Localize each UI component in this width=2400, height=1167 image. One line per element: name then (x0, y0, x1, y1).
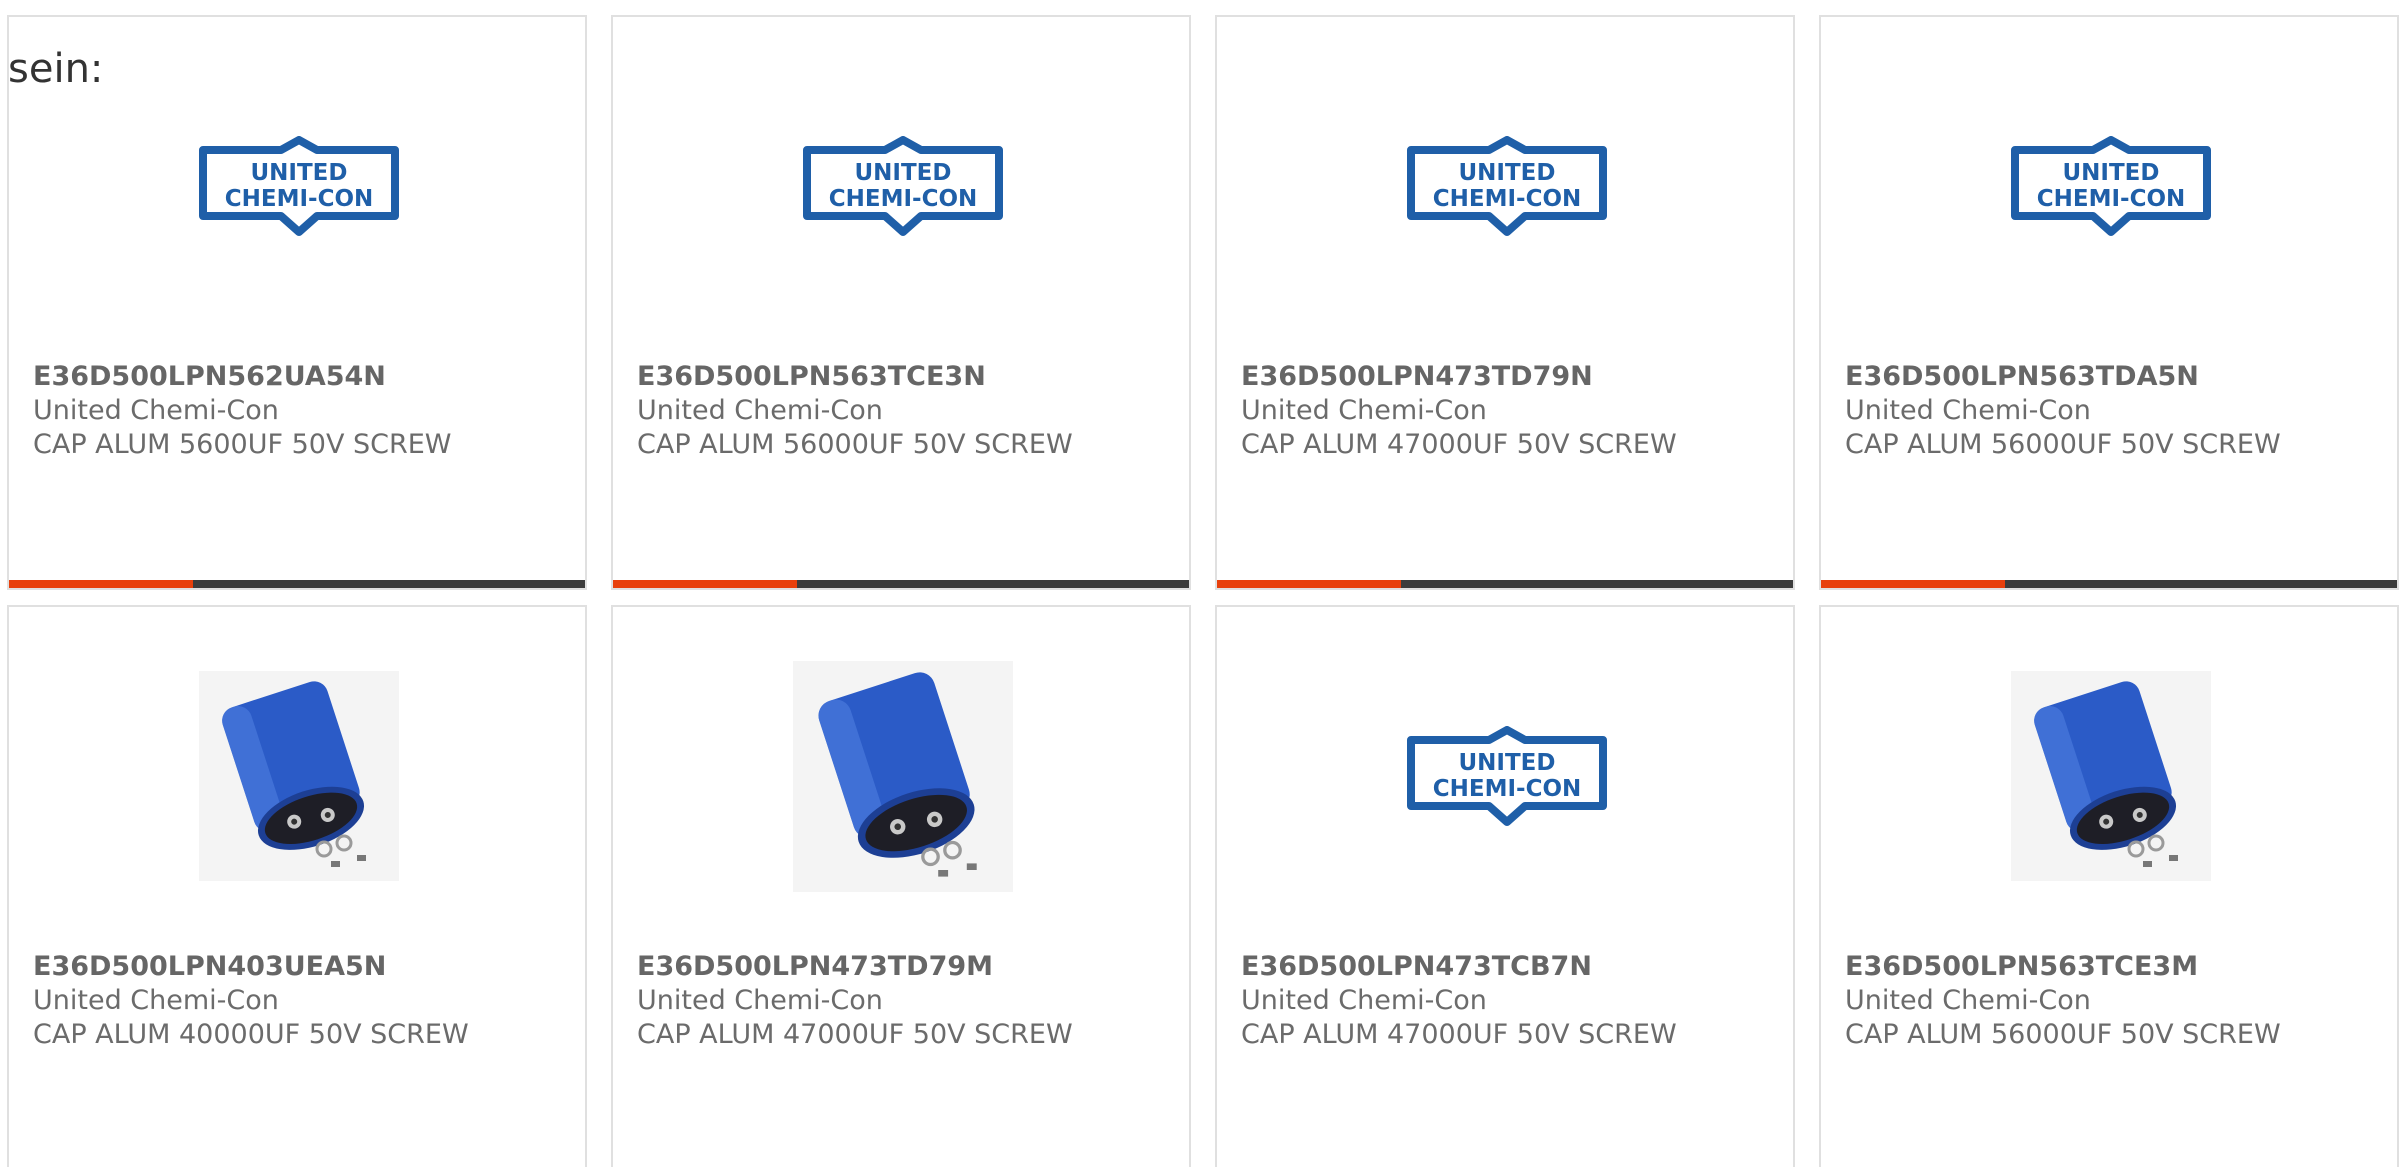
svg-text:UNITED: UNITED (1459, 750, 1556, 776)
product-description: CAP ALUM 47000UF 50V SCREW (1241, 1019, 1677, 1050)
product-card[interactable]: UNITED CHEMI-CON E36D500LPN473TD79N Unit… (1215, 15, 1795, 590)
svg-text:UNITED: UNITED (251, 160, 348, 186)
capacitor-photo-icon (2011, 671, 2211, 881)
product-card[interactable]: E36D500LPN403UEA5N United Chemi-Con CAP … (7, 605, 587, 1167)
product-image[interactable]: UNITED CHEMI-CON (1402, 81, 1612, 291)
part-number-link[interactable]: E36D500LPN473TD79N (1241, 360, 1781, 394)
product-description: CAP ALUM 56000UF 50V SCREW (1845, 1019, 2281, 1050)
united-chemi-con-logo-icon: UNITED CHEMI-CON (2009, 136, 2213, 236)
product-card[interactable]: UNITED CHEMI-CON E36D500LPN563TDA5N Unit… (1819, 15, 2399, 590)
svg-text:UNITED: UNITED (855, 160, 952, 186)
product-info: E36D500LPN563TCE3N United Chemi-Con CAP … (637, 360, 1177, 462)
product-description: CAP ALUM 40000UF 50V SCREW (33, 1019, 469, 1050)
product-card[interactable]: E36D500LPN473TD79M United Chemi-Con CAP … (611, 605, 1191, 1167)
part-number-link[interactable]: E36D500LPN563TCE3N (637, 360, 1177, 394)
svg-text:CHEMI-CON: CHEMI-CON (1433, 776, 1582, 802)
product-image[interactable]: UNITED CHEMI-CON (194, 81, 404, 291)
product-info: E36D500LPN563TCE3M United Chemi-Con CAP … (1845, 950, 2385, 1052)
product-image[interactable]: UNITED CHEMI-CON (2006, 81, 2216, 291)
capacitor-photo-icon (199, 671, 399, 881)
product-description: CAP ALUM 56000UF 50V SCREW (637, 429, 1073, 460)
united-chemi-con-logo-icon: UNITED CHEMI-CON (1405, 136, 1609, 236)
part-number-link[interactable]: E36D500LPN473TD79M (637, 950, 1177, 984)
progress-bar-fill (1821, 580, 2006, 588)
product-info: E36D500LPN473TD79M United Chemi-Con CAP … (637, 950, 1177, 1052)
product-image[interactable] (2006, 671, 2216, 881)
capacitor-photo-icon (793, 660, 1013, 892)
svg-text:UNITED: UNITED (1459, 160, 1556, 186)
product-card[interactable]: UNITED CHEMI-CON E36D500LPN473TCB7N Unit… (1215, 605, 1795, 1167)
product-description: CAP ALUM 47000UF 50V SCREW (1241, 429, 1677, 460)
product-image[interactable] (793, 660, 1013, 892)
progress-bar (613, 580, 1189, 588)
progress-bar-fill (9, 580, 194, 588)
manufacturer-name: United Chemi-Con (33, 395, 279, 426)
part-number-link[interactable]: E36D500LPN403UEA5N (33, 950, 573, 984)
intro-text: sein: (8, 46, 104, 92)
product-description: CAP ALUM 47000UF 50V SCREW (637, 1019, 1073, 1050)
product-image[interactable] (194, 671, 404, 881)
manufacturer-name: United Chemi-Con (33, 985, 279, 1016)
product-grid: UNITED CHEMI-CON E36D500LPN562UA54N Unit… (7, 15, 2399, 1167)
svg-text:UNITED: UNITED (2063, 160, 2160, 186)
svg-text:CHEMI-CON: CHEMI-CON (225, 186, 374, 212)
svg-text:CHEMI-CON: CHEMI-CON (2037, 186, 2186, 212)
product-info: E36D500LPN473TD79N United Chemi-Con CAP … (1241, 360, 1781, 462)
part-number-link[interactable]: E36D500LPN473TCB7N (1241, 950, 1781, 984)
manufacturer-name: United Chemi-Con (637, 985, 883, 1016)
product-image[interactable]: UNITED CHEMI-CON (798, 81, 1008, 291)
product-card[interactable]: UNITED CHEMI-CON E36D500LPN562UA54N Unit… (7, 15, 587, 590)
progress-bar-fill (1217, 580, 1402, 588)
part-number-link[interactable]: E36D500LPN563TDA5N (1845, 360, 2385, 394)
product-results-page: sein: UNITED CHEMI-CON E36D500LPN562UA54… (0, 0, 2400, 1167)
product-info: E36D500LPN473TCB7N United Chemi-Con CAP … (1241, 950, 1781, 1052)
svg-text:CHEMI-CON: CHEMI-CON (1433, 186, 1582, 212)
part-number-link[interactable]: E36D500LPN562UA54N (33, 360, 573, 394)
progress-bar (1821, 580, 2397, 588)
product-description: CAP ALUM 56000UF 50V SCREW (1845, 429, 2281, 460)
product-description: CAP ALUM 5600UF 50V SCREW (33, 429, 452, 460)
manufacturer-name: United Chemi-Con (1241, 395, 1487, 426)
product-image[interactable]: UNITED CHEMI-CON (1402, 671, 1612, 881)
manufacturer-name: United Chemi-Con (637, 395, 883, 426)
svg-text:CHEMI-CON: CHEMI-CON (829, 186, 978, 212)
manufacturer-name: United Chemi-Con (1241, 985, 1487, 1016)
product-info: E36D500LPN563TDA5N United Chemi-Con CAP … (1845, 360, 2385, 462)
product-card[interactable]: UNITED CHEMI-CON E36D500LPN563TCE3N Unit… (611, 15, 1191, 590)
product-card[interactable]: E36D500LPN563TCE3M United Chemi-Con CAP … (1819, 605, 2399, 1167)
progress-bar (1217, 580, 1793, 588)
manufacturer-name: United Chemi-Con (1845, 395, 2091, 426)
united-chemi-con-logo-icon: UNITED CHEMI-CON (197, 136, 401, 236)
progress-bar-fill (613, 580, 798, 588)
united-chemi-con-logo-icon: UNITED CHEMI-CON (801, 136, 1005, 236)
progress-bar (9, 580, 585, 588)
product-info: E36D500LPN403UEA5N United Chemi-Con CAP … (33, 950, 573, 1052)
part-number-link[interactable]: E36D500LPN563TCE3M (1845, 950, 2385, 984)
manufacturer-name: United Chemi-Con (1845, 985, 2091, 1016)
product-info: E36D500LPN562UA54N United Chemi-Con CAP … (33, 360, 573, 462)
united-chemi-con-logo-icon: UNITED CHEMI-CON (1405, 726, 1609, 826)
